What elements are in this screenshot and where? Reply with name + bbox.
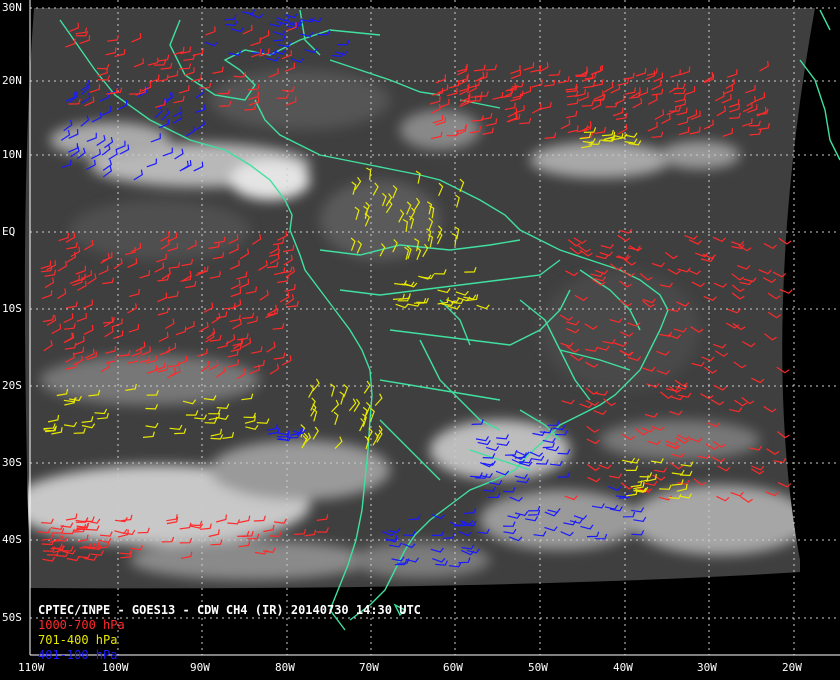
lon-label-50w: 50W: [528, 661, 548, 674]
legend: CPTEC/INPE - GOES13 - CDW CH4 (IR) 20140…: [38, 603, 421, 663]
legend-item-mid-level: 701-400 hPa: [38, 633, 118, 647]
map-title: CPTEC/INPE - GOES13 - CDW CH4 (IR) 20140…: [38, 603, 421, 617]
lon-label-20w: 20W: [782, 661, 802, 674]
lat-label-10n: 10N: [2, 148, 22, 161]
legend-item-high-level: 401-100 hPa: [38, 648, 118, 662]
lat-label-10s: 10S: [2, 302, 22, 315]
satellite-map-viewer: 30N 20N 10N EQ 10S 20S 30S 40S 50S 110W …: [0, 0, 840, 680]
satellite-disk: [24, 8, 815, 589]
lon-label-100w: 100W: [102, 661, 129, 674]
lon-label-40w: 40W: [613, 661, 633, 674]
lon-label-80w: 80W: [275, 661, 295, 674]
lat-label-20n: 20N: [2, 74, 22, 87]
lon-label-60w: 60W: [443, 661, 463, 674]
lat-label-50s: 50S: [2, 611, 22, 624]
lat-label-20s: 20S: [2, 379, 22, 392]
lon-label-70w: 70W: [359, 661, 379, 674]
lat-label-30s: 30S: [2, 456, 22, 469]
legend-item-low-level: 1000-700 hPa: [38, 618, 125, 632]
lon-label-90w: 90W: [190, 661, 210, 674]
lon-label-110w: 110W: [18, 661, 45, 674]
lat-label-40s: 40S: [2, 533, 22, 546]
satellite-image: [24, 0, 840, 656]
lat-label-eq: EQ: [2, 225, 16, 238]
lon-label-30w: 30W: [697, 661, 717, 674]
lat-label-30n: 30N: [2, 1, 22, 14]
